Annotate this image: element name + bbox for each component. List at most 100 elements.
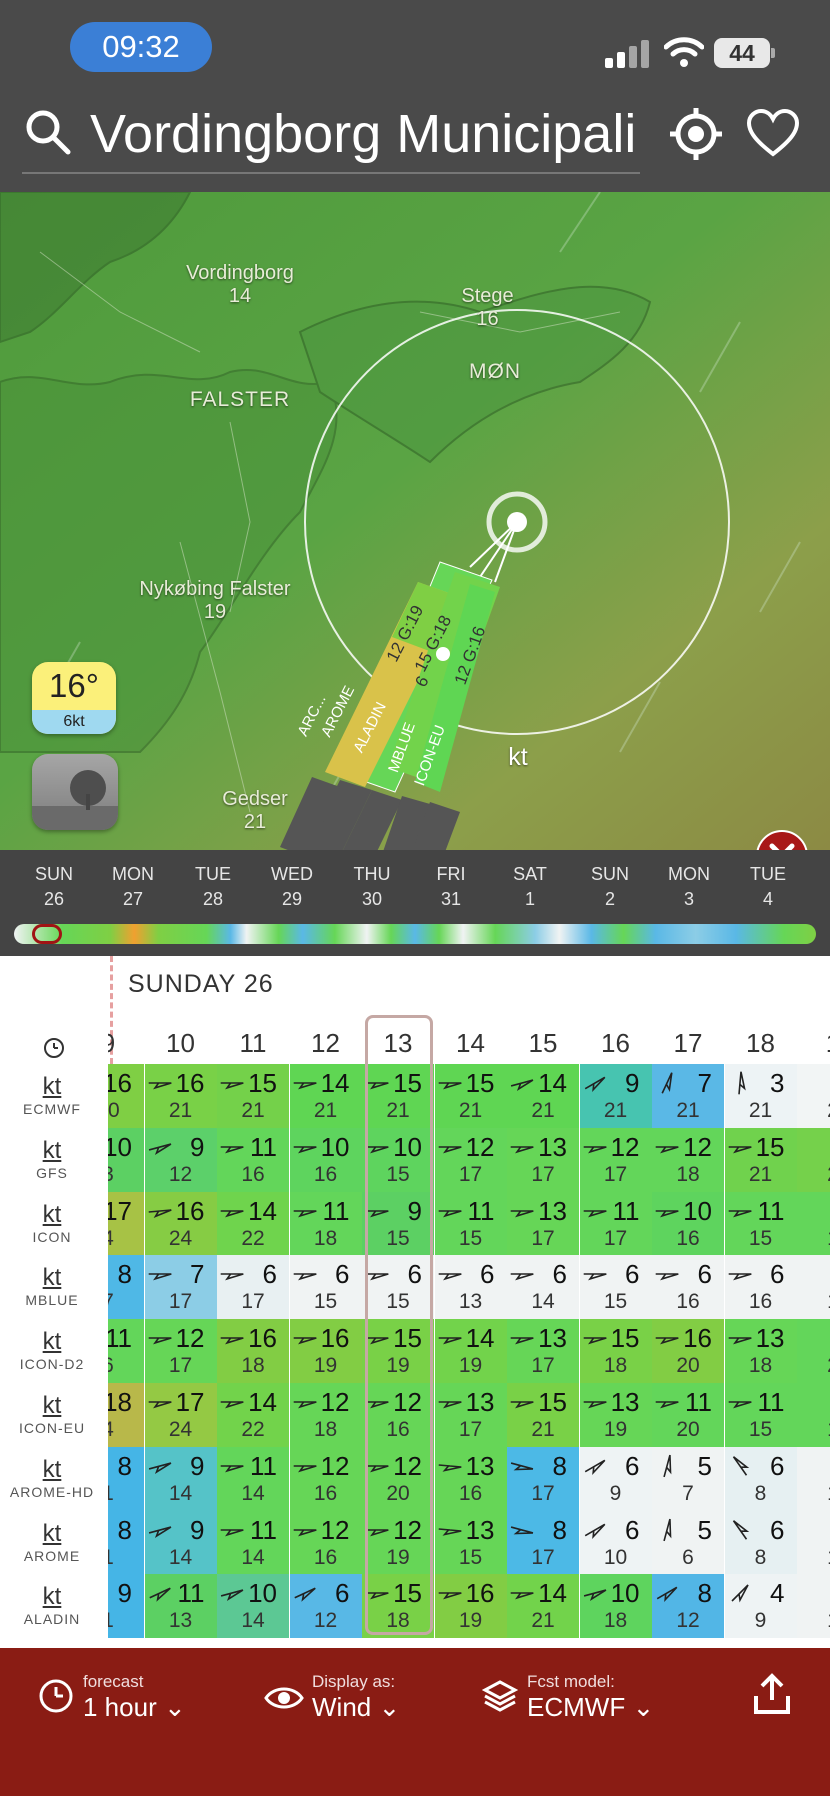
forecast-cell[interactable]: 6 15 [289,1255,362,1320]
forecast-cell[interactable]: 57 [652,1446,724,1511]
forecast-cell[interactable]: 6 12 [289,1574,362,1639]
timeline-position-marker[interactable] [32,924,62,944]
forecast-cell[interactable]: 56 [652,1510,724,1575]
forecast-cell[interactable]: 11 14 [217,1446,289,1511]
forecast-cell[interactable]: 13 17 [507,1319,579,1384]
forecast-cell[interactable]: 6 13 [434,1255,507,1320]
forecast-cell[interactable]: 1 [797,1383,830,1447]
model-label[interactable]: kt ICON [0,1201,104,1246]
forecast-cell[interactable]: 17 24 [144,1383,217,1447]
forecast-cell[interactable]: 1 [797,1255,830,1320]
forecast-cell[interactable]: 15 21 [434,1064,507,1128]
forecast-cell[interactable]: 16 19 [289,1319,362,1384]
forecast-cell[interactable]: 6 17 [217,1255,289,1320]
model-row[interactable]: 1841724142212181216131715211319112011151 [72,1383,830,1447]
favorite-heart-icon[interactable] [746,108,800,158]
forecast-cell[interactable]: 10 18 [579,1574,652,1639]
forecast-cell[interactable]: 1 [797,1510,830,1575]
model-row[interactable]: 174162414221118915111513171117101611151 [72,1191,830,1256]
forecast-cell[interactable]: 14 19 [434,1319,507,1384]
forecast-cell[interactable]: 10 16 [652,1191,724,1256]
forecast-cell[interactable]: 1 [797,1446,830,1511]
search-icon[interactable] [24,108,72,156]
forecast-cell[interactable]: 7 21 [652,1064,724,1128]
forecast-cell[interactable]: 2 [797,1127,830,1192]
forecast-cell[interactable]: 6 15 [579,1255,652,1320]
forecast-cell[interactable]: 9 14 [144,1446,217,1511]
forecast-cell[interactable]: 49 [724,1574,797,1639]
forecast-cell[interactable]: 68 [724,1446,797,1511]
forecast-cell[interactable]: 9 14 [144,1510,217,1575]
forecast-cell[interactable]: 11 13 [144,1574,217,1639]
day-wed-29[interactable]: WED 29 [257,862,327,912]
forecast-cell[interactable]: 16 24 [144,1191,217,1256]
temperature-badge[interactable]: 16° 6kt [32,662,116,734]
forecast-model-dropdown[interactable]: ECMWF ⌄ [527,1692,654,1723]
forecast-cell[interactable]: 11 20 [652,1383,724,1447]
forecast-cell[interactable]: 6 16 [652,1255,724,1320]
forecast-cell[interactable]: 13 16 [434,1446,507,1511]
forecast-cell[interactable]: 14 21 [289,1064,362,1128]
locate-me-icon[interactable] [668,106,724,162]
model-row[interactable]: 877176176156156136146156166161 [72,1255,830,1320]
forecast-cell[interactable]: 11 18 [289,1191,362,1256]
forecast-cell[interactable]: 6 10 [579,1510,652,1575]
forecast-cell[interactable]: 1 [797,1574,830,1639]
forecast-cell[interactable]: 69 [579,1446,652,1511]
forecast-cell[interactable]: 14 22 [217,1383,289,1447]
day-tue-28[interactable]: TUE 28 [178,862,248,912]
day-mon-3[interactable]: MON 3 [654,862,724,912]
forecast-cell[interactable]: 13 19 [579,1383,652,1447]
forecast-cell[interactable]: 13 17 [507,1191,579,1256]
forecast-cell[interactable]: 12 16 [289,1446,362,1511]
forecast-cell[interactable]: 13 17 [507,1127,579,1192]
location-search-field[interactable]: Vordingborg Municipali [90,102,642,166]
forecast-cell[interactable]: 12 17 [434,1127,507,1192]
forecast-cell[interactable]: 6 14 [507,1255,579,1320]
forecast-cell[interactable]: 1 [797,1191,830,1256]
model-label[interactable]: kt AROME-HD [0,1456,104,1501]
model-row[interactable]: 8191411141216122013168176957681 [72,1446,830,1511]
model-label[interactable]: kt ECMWF [0,1074,104,1118]
forecast-cell[interactable]: 2 [797,1064,830,1128]
forecast-cell[interactable]: 7 17 [144,1255,217,1320]
forecast-cell[interactable]: 11 16 [217,1127,289,1192]
forecast-timeline-bar[interactable] [14,924,816,944]
model-row[interactable]: 103912111610161015121713171217121815212 [72,1127,830,1192]
forecast-cell[interactable]: 11 15 [434,1191,507,1256]
forecast-cell[interactable]: 8 17 [507,1510,579,1575]
forecast-cell[interactable]: 15 21 [507,1383,579,1447]
forecast-clock-icon[interactable] [38,1678,74,1714]
day-thu-30[interactable]: THU 30 [337,862,407,912]
model-row[interactable]: 91111310146121518161914211018812491 [72,1574,830,1639]
forecast-cell[interactable]: 13 18 [724,1319,797,1384]
forecast-cell[interactable]: 11 17 [579,1191,652,1256]
forecast-cell[interactable]: 12 18 [652,1127,724,1192]
display-as-dropdown[interactable]: Wind ⌄ [312,1692,400,1723]
forecast-cell[interactable]: 1620 [652,1319,724,1384]
forecast-cell[interactable]: 11 15 [724,1191,797,1256]
forecast-cell[interactable]: 13 15 [434,1510,507,1575]
webcam-thumbnail[interactable] [32,754,118,830]
forecast-cell[interactable]: 2 [797,1319,830,1384]
forecast-cell[interactable]: 14 21 [507,1574,579,1639]
model-label[interactable]: kt ICON-D2 [0,1329,104,1373]
day-sun-2[interactable]: SUN 2 [575,862,645,912]
forecast-cell[interactable]: 68 [724,1510,797,1575]
forecast-step-dropdown[interactable]: 1 hour ⌄ [83,1692,186,1723]
model-label[interactable]: kt MBLUE [0,1265,104,1309]
eye-icon[interactable] [264,1684,304,1712]
forecast-cell[interactable]: 12 18 [289,1383,362,1447]
layers-icon[interactable] [482,1678,518,1714]
forecast-cell[interactable]: 12 17 [144,1319,217,1384]
forecast-cell[interactable]: 11 14 [217,1510,289,1575]
model-row[interactable]: 16201621152114211521152114219217213212 [72,1064,830,1128]
day-sat-1[interactable]: SAT 1 [495,862,565,912]
model-label[interactable]: kt ALADIN [0,1584,104,1628]
day-tue-4[interactable]: TUE 4 [733,862,803,912]
model-label[interactable]: kt GFS [0,1137,104,1182]
share-icon[interactable] [750,1672,794,1716]
forecast-cell[interactable]: 16 21 [144,1064,217,1128]
forecast-cell[interactable]: 10 14 [217,1574,289,1639]
forecast-cell[interactable]: 15 21 [724,1127,797,1192]
